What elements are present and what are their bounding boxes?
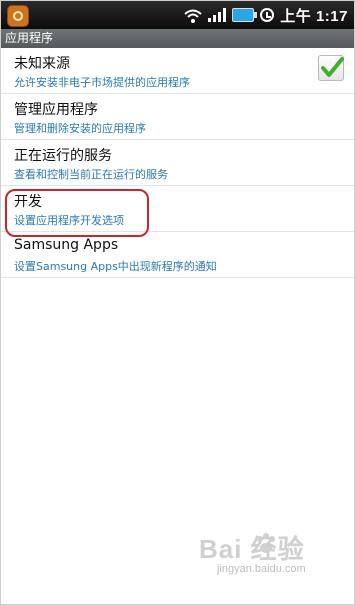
wifi-icon: [184, 8, 202, 23]
list-item-samsung-apps[interactable]: Samsung Apps 设置Samsung Apps中出现新程序的通知: [1, 232, 354, 278]
paw-icon: [255, 533, 277, 555]
list-item-title: Samsung Apps: [14, 237, 119, 253]
list-item-subtitle: 管理和删除安装的应用程序: [14, 122, 146, 135]
app-badge-icon: [7, 5, 29, 27]
unknown-sources-checkbox[interactable]: [318, 55, 344, 81]
list-item-subtitle: 设置Samsung Apps中出现新程序的通知: [14, 260, 217, 273]
watermark: Bai 经验 jingyan.baidu.com: [199, 529, 349, 589]
list-item-running-services[interactable]: 正在运行的服务 查看和控制当前正在运行的服务: [1, 140, 354, 186]
list-item-development[interactable]: 开发 设置应用程序开发选项: [1, 186, 354, 232]
battery-icon: [232, 8, 258, 22]
list-item-title: 开发: [14, 194, 42, 210]
page-title: 应用程序: [1, 29, 354, 48]
settings-list: 未知来源 允许安装非电子市场提供的应用程序 管理应用程序 管理和删除安装的应用程…: [1, 48, 354, 278]
list-item-title: 管理应用程序: [14, 102, 98, 118]
alarm-icon: [260, 8, 275, 22]
status-time: 上午 1:17: [280, 7, 348, 25]
watermark-url: jingyan.baidu.com: [217, 563, 306, 575]
checkmark-icon: [321, 57, 344, 77]
list-item-subtitle: 查看和控制当前正在运行的服务: [14, 168, 168, 181]
list-item-title: 正在运行的服务: [14, 148, 112, 164]
list-item-unknown-sources[interactable]: 未知来源 允许安装非电子市场提供的应用程序: [1, 48, 354, 94]
screen: 上午 1:17 应用程序 未知来源 允许安装非电子市场提供的应用程序 管理应用程…: [0, 0, 355, 605]
status-bar: 上午 1:17: [1, 1, 354, 29]
list-item-subtitle: 允许安装非电子市场提供的应用程序: [14, 76, 190, 89]
list-item-manage-apps[interactable]: 管理应用程序 管理和删除安装的应用程序: [1, 94, 354, 140]
status-icons: 上午 1:17: [184, 5, 348, 25]
list-item-title: 未知来源: [14, 56, 70, 72]
signal-icon: [208, 8, 227, 22]
watermark-logo: Bai 经验: [199, 534, 305, 564]
list-item-subtitle: 设置应用程序开发选项: [14, 214, 124, 227]
